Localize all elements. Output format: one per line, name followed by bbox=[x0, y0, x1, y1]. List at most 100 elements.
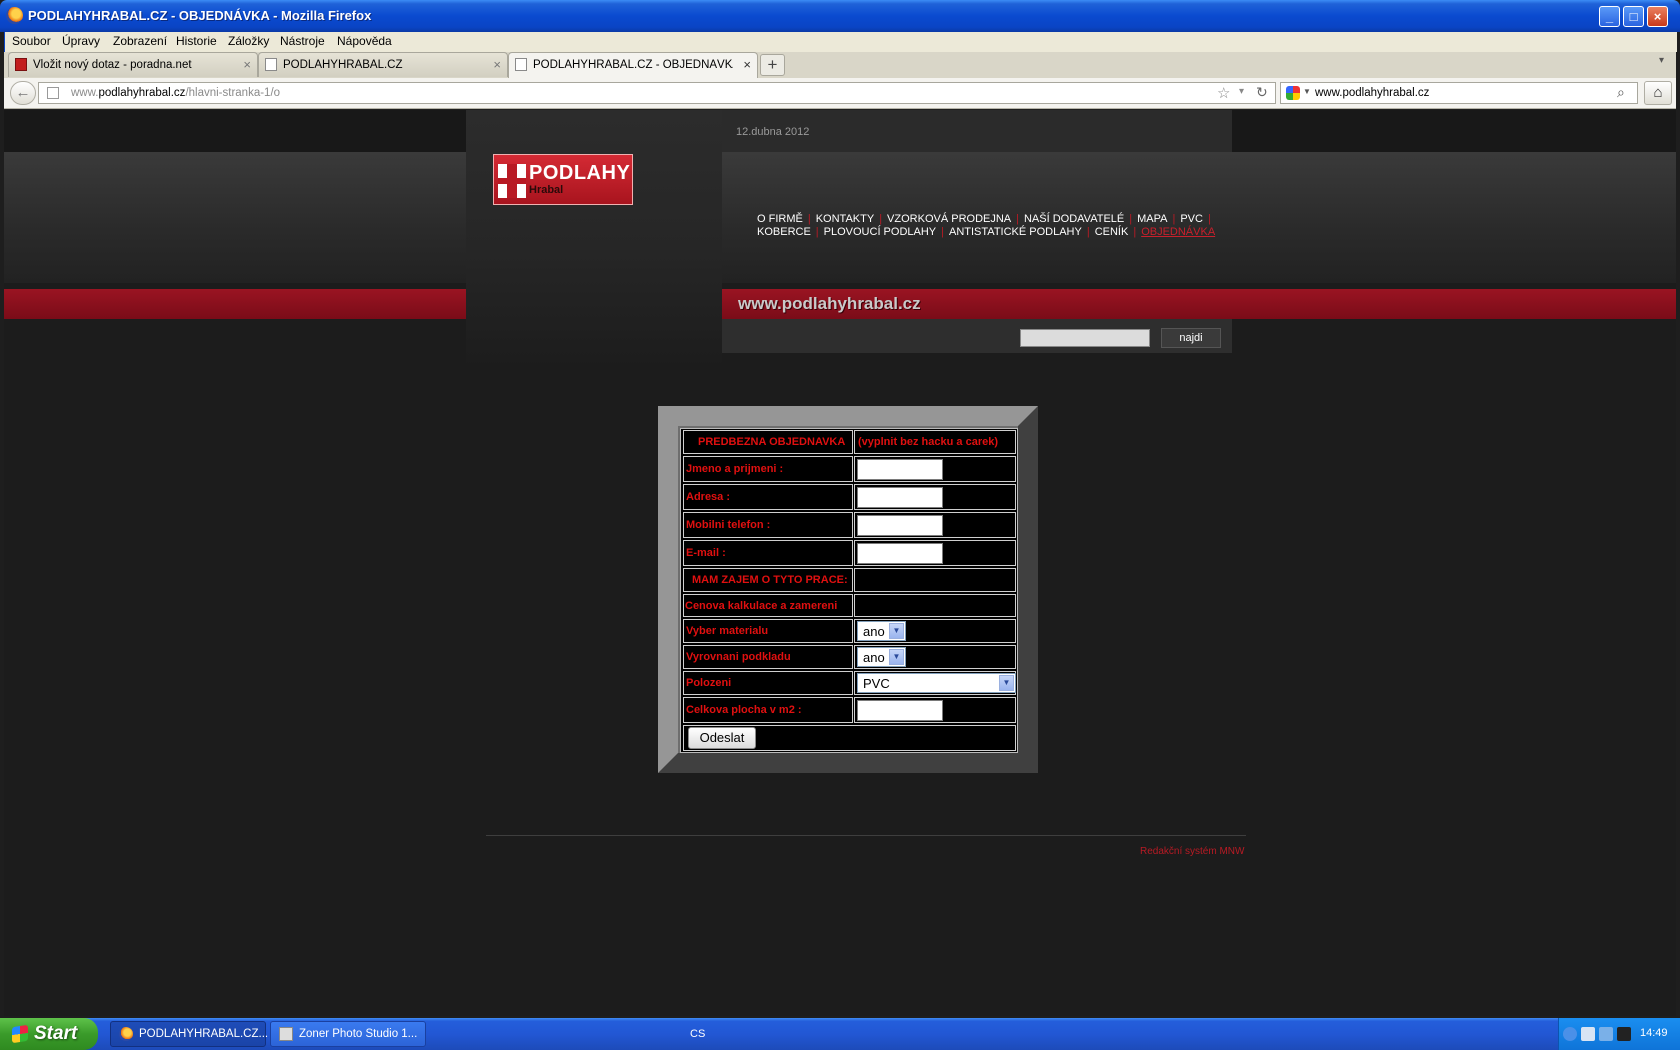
nav-nasi-dodavatele[interactable]: NAŠÍ DODAVATELÉ bbox=[1024, 213, 1124, 225]
search-input[interactable]: www.podlahyhrabal.cz bbox=[1315, 87, 1429, 99]
nav-cenik[interactable]: CENÍK bbox=[1095, 226, 1129, 238]
tab-list-chevron-icon[interactable]: ▾ bbox=[1659, 55, 1664, 66]
leveling-label: Vyrovnani podkladu bbox=[686, 651, 791, 663]
address-input-cell bbox=[854, 484, 1016, 510]
tray-monitor-icon[interactable] bbox=[1617, 1027, 1631, 1041]
site-identity-icon[interactable] bbox=[47, 87, 59, 99]
site-logo[interactable]: PODLAHY Hrabal bbox=[493, 154, 633, 205]
home-button[interactable]: ⌂ bbox=[1644, 81, 1672, 105]
laying-select[interactable]: PVC ▼ bbox=[857, 673, 1016, 693]
nav-separator: | bbox=[1172, 213, 1176, 225]
tab-strip: Vložit nový dotaz - poradna.net × PODLAH… bbox=[4, 52, 1676, 78]
search-icon[interactable]: ⌕ bbox=[1617, 84, 1625, 101]
menu-nastroje[interactable]: Nástroje bbox=[280, 34, 325, 48]
email-label-cell: E-mail : bbox=[683, 540, 853, 566]
nav-antistaticke-podlahy[interactable]: ANTISTATICKÉ PODLAHY bbox=[949, 226, 1082, 238]
tab-podlahyhrabal[interactable]: PODLAHYHRABAL.CZ × bbox=[258, 52, 508, 77]
nav-vzorkova-prodejna[interactable]: VZORKOVÁ PRODEJNA bbox=[887, 213, 1011, 225]
menu-historie[interactable]: Historie bbox=[176, 34, 217, 48]
nav-objednavka[interactable]: OBJEDNÁVKA bbox=[1141, 226, 1215, 238]
logo-word: PODLAHY bbox=[529, 162, 631, 184]
form-hint: (vyplnit bez hacku a carek) bbox=[858, 436, 998, 448]
date-bar: 12.dubna 2012 bbox=[722, 110, 1232, 152]
zoner-photo-icon bbox=[279, 1027, 293, 1041]
tray-display-icon[interactable] bbox=[1581, 1027, 1595, 1041]
material-label-cell: Vyber materialu bbox=[683, 619, 853, 643]
tab-close-icon[interactable]: × bbox=[743, 57, 751, 72]
tray-arrow-icon[interactable] bbox=[1563, 1027, 1577, 1041]
nav-o-firme[interactable]: O FIRMĚ bbox=[757, 213, 803, 225]
name-input-cell bbox=[854, 456, 1016, 482]
clock[interactable]: 14:49 bbox=[1640, 1027, 1668, 1039]
nav-separator: | bbox=[941, 226, 944, 238]
area-label-cell: Celkova plocha v m2 : bbox=[683, 697, 853, 723]
site-url-banner: www.podlahyhrabal.cz bbox=[738, 294, 921, 313]
nav-mapa[interactable]: MAPA bbox=[1137, 213, 1167, 225]
address-label: Adresa : bbox=[686, 491, 731, 503]
poradna-favicon-icon bbox=[15, 58, 27, 71]
new-tab-button[interactable]: + bbox=[760, 54, 785, 76]
interest-header: MAM ZAJEM O TYTO PRACE: bbox=[692, 574, 848, 586]
tray-network-icon[interactable] bbox=[1599, 1027, 1613, 1041]
address-input[interactable] bbox=[857, 487, 943, 508]
submit-button[interactable]: Odeslat bbox=[688, 727, 756, 749]
start-button[interactable]: Start bbox=[0, 1018, 98, 1050]
area-input[interactable] bbox=[857, 700, 943, 721]
nav-plovouci-podlahy[interactable]: PLOVOUCÍ PODLAHY bbox=[824, 226, 936, 238]
name-input[interactable] bbox=[857, 459, 943, 480]
cms-credit-link[interactable]: Redakční systém MNW bbox=[1140, 846, 1244, 857]
logo-column bbox=[466, 110, 722, 370]
engine-dropdown-icon[interactable]: ▼ bbox=[1303, 87, 1311, 96]
menu-napoveda[interactable]: Nápověda bbox=[337, 34, 392, 48]
chevron-down-icon[interactable]: ▼ bbox=[889, 623, 904, 639]
maximize-button[interactable]: □ bbox=[1623, 6, 1644, 27]
address-bar[interactable]: www.podlahyhrabal.cz/hlavni-stranka-1/o … bbox=[38, 82, 1276, 104]
nav-separator: | bbox=[1016, 213, 1019, 225]
interest-empty-cell bbox=[854, 568, 1016, 592]
menu-zobrazeni[interactable]: Zobrazení bbox=[113, 34, 167, 48]
nav-pvc[interactable]: PVC bbox=[1180, 213, 1203, 225]
taskbar-item-label: PODLAHYHRABAL.CZ... bbox=[139, 1028, 269, 1040]
nav-separator: | bbox=[1207, 213, 1211, 225]
taskbar-item-firefox[interactable]: PODLAHYHRABAL.CZ... bbox=[110, 1021, 269, 1047]
nav-separator: | bbox=[807, 213, 811, 225]
phone-input[interactable] bbox=[857, 515, 943, 536]
language-indicator[interactable]: CS bbox=[690, 1028, 705, 1040]
material-select-cell: ano ▼ bbox=[854, 619, 1016, 643]
search-bar[interactable]: ▼ www.podlahyhrabal.cz ⌕ bbox=[1280, 82, 1638, 104]
material-select[interactable]: ano ▼ bbox=[857, 621, 906, 641]
history-dropdown-icon[interactable]: ▾ bbox=[1239, 86, 1244, 97]
area-input-cell bbox=[854, 697, 1016, 723]
email-input[interactable] bbox=[857, 543, 943, 564]
site-search-button[interactable]: najdi bbox=[1161, 328, 1221, 348]
tab-close-icon[interactable]: × bbox=[243, 57, 251, 72]
menu-upravy[interactable]: Úpravy bbox=[62, 34, 100, 48]
leveling-select[interactable]: ano ▼ bbox=[857, 647, 906, 667]
menu-zalozky[interactable]: Záložky bbox=[228, 34, 269, 48]
nav-kontakty[interactable]: KONTAKTY bbox=[816, 213, 874, 225]
tab-close-icon[interactable]: × bbox=[493, 57, 501, 72]
nav-koberce[interactable]: KOBERCE bbox=[757, 226, 811, 238]
url-text[interactable]: www.podlahyhrabal.cz/hlavni-stranka-1/o bbox=[71, 87, 280, 99]
close-window-button[interactable]: × bbox=[1647, 6, 1668, 27]
tab-objednavka[interactable]: PODLAHYHRABAL.CZ - OBJEDNÁVKA × bbox=[508, 52, 758, 78]
menu-soubor[interactable]: Soubor bbox=[12, 34, 51, 48]
bookmark-star-icon[interactable]: ☆ bbox=[1217, 84, 1230, 102]
start-label: Start bbox=[34, 1023, 78, 1044]
reload-icon[interactable]: ↻ bbox=[1256, 84, 1268, 101]
taskbar-item-zoner[interactable]: Zoner Photo Studio 1... bbox=[270, 1021, 426, 1047]
site-search-input[interactable] bbox=[1020, 329, 1150, 347]
chevron-down-icon[interactable]: ▼ bbox=[999, 675, 1014, 691]
minimize-button[interactable]: _ bbox=[1599, 6, 1620, 27]
google-engine-icon[interactable] bbox=[1286, 86, 1300, 100]
window-title-bar: PODLAHYHRABAL.CZ - OBJEDNÁVKA - Mozilla … bbox=[0, 0, 1680, 32]
firefox-icon[interactable] bbox=[6, 7, 23, 24]
back-button[interactable]: ← bbox=[10, 81, 36, 105]
page-favicon-icon bbox=[515, 58, 527, 71]
laying-label: Polozeni bbox=[686, 677, 732, 689]
nav-separator: | bbox=[815, 226, 819, 238]
chevron-down-icon[interactable]: ▼ bbox=[889, 649, 904, 665]
tab-poradna[interactable]: Vložit nový dotaz - poradna.net × bbox=[8, 52, 258, 77]
laying-label-cell: Polozeni bbox=[683, 671, 853, 695]
leveling-select-cell: ano ▼ bbox=[854, 645, 1016, 669]
